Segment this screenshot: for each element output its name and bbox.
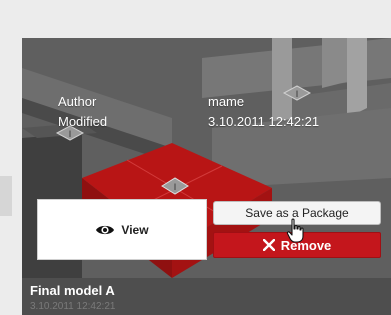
svg-text:I: I — [174, 182, 177, 192]
modified-value: 3.10.2011 12:42:21 — [208, 114, 320, 129]
close-icon — [262, 239, 275, 251]
eye-icon — [95, 223, 115, 237]
meta-labels: Author Modified — [58, 92, 107, 132]
author-label: Author — [58, 94, 97, 109]
view-button[interactable]: View — [37, 199, 207, 260]
model-date: 3.10.2011 12:42:21 — [30, 301, 116, 312]
author-value: mame — [208, 94, 245, 109]
left-edge-strip — [0, 176, 12, 216]
model-title: Final model A — [30, 283, 115, 298]
card-footer: Final model A 3.10.2011 12:42:21 — [22, 278, 391, 315]
meta-values: mame 3.10.2011 12:42:21 — [208, 92, 319, 132]
hand-pointer-icon — [285, 218, 307, 249]
view-button-label: View — [121, 222, 149, 237]
model-card[interactable]: I I I Author Modified mame 3.10.2011 12:… — [22, 38, 391, 315]
modified-label: Modified — [58, 114, 108, 129]
